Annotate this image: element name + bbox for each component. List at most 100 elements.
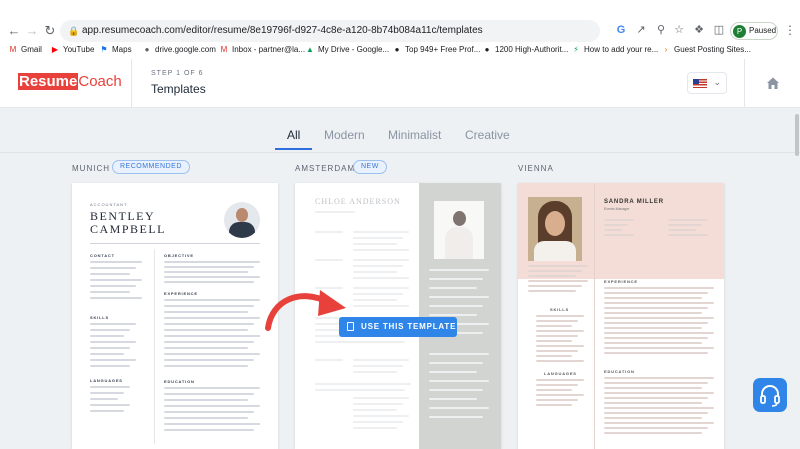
placeholder-text-line: [164, 417, 248, 419]
template-name-vienna: VIENNA: [518, 164, 554, 173]
forward-icon[interactable]: →: [24, 23, 40, 39]
placeholder-text-line: [604, 347, 714, 349]
placeholder-text-line: [604, 307, 708, 309]
tab-minimalist[interactable]: Minimalist: [388, 128, 441, 142]
placeholder-text-line: [164, 271, 248, 273]
bookmark-item[interactable]: ● Top 949+ Free Prof...: [392, 44, 481, 56]
placeholder-text-line: [90, 279, 142, 281]
menu-icon[interactable]: ⋮: [784, 23, 796, 37]
tabs-divider: [0, 152, 800, 153]
bookmark-item[interactable]: ● drive.google.com: [142, 44, 216, 56]
gmail-icon: M: [9, 45, 17, 54]
placeholder-text-line: [164, 399, 248, 401]
placeholder-text-line: [90, 335, 124, 337]
bookmark-item[interactable]: ▶ YouTube: [50, 44, 95, 56]
bookmark-item[interactable]: › Guest Posting Sites...: [661, 44, 751, 56]
bookmark-item[interactable]: M Inbox - partner@la...: [219, 44, 305, 56]
zoom-icon[interactable]: ⚲: [654, 23, 668, 37]
placeholder-text-line: [604, 377, 714, 379]
address-bar[interactable]: 🔒 app.resumecoach.com/editor/resume/8e19…: [60, 20, 600, 42]
resume-name: BENTLEY CAMPBELL: [90, 210, 166, 236]
avatar: P: [733, 25, 746, 38]
tab-creative[interactable]: Creative: [465, 128, 510, 142]
globe-icon: ●: [394, 45, 400, 54]
home-icon[interactable]: [765, 75, 781, 91]
profile-button[interactable]: P Paused: [730, 22, 778, 40]
placeholder-text-line: [604, 317, 714, 319]
scrollbar-thumb[interactable]: [795, 114, 799, 156]
placeholder-text-line: [604, 422, 714, 424]
placeholder-text-line: [528, 285, 582, 287]
placeholder-text-line: [536, 350, 578, 352]
placeholder-text-line: [164, 359, 254, 361]
placeholder-text-line: [528, 275, 576, 277]
template-card-munich[interactable]: ACCOUNTANT BENTLEY CAMPBELL CONTACT OBJE…: [72, 183, 278, 449]
resumecoach-logo[interactable]: ResumeCoach: [18, 73, 122, 90]
template-card-vienna[interactable]: SANDRA MILLER Events Manager EXPERIENCE …: [518, 183, 724, 449]
placeholder-text-line: [668, 234, 708, 236]
placeholder-text-line: [164, 329, 248, 331]
language-selector[interactable]: ⌄: [687, 72, 727, 94]
resume-role: Events Manager: [604, 207, 630, 211]
placeholder-text-line: [90, 359, 136, 361]
bookmark-label: Top 949+ Free Prof...: [405, 45, 481, 54]
placeholder-text-line: [536, 360, 584, 362]
placeholder-text-line: [90, 404, 130, 406]
google-icon[interactable]: G: [614, 23, 628, 37]
placeholder-text-line: [164, 305, 254, 307]
new-badge: NEW: [353, 160, 387, 174]
resume-name: SANDRA MILLER: [604, 199, 664, 205]
placeholder-text-line: [604, 342, 702, 344]
star-icon[interactable]: ☆: [672, 23, 686, 37]
sidepanel-icon[interactable]: ◫: [712, 23, 726, 37]
bookmarks-bar: M Gmail ▶ YouTube ⚑ Maps ● drive.google.com M Inb…: [0, 42, 800, 59]
template-name-amsterdam: AMSTERDAM: [295, 164, 356, 173]
section-skills: SKILLS: [90, 315, 110, 320]
placeholder-text-line: [604, 229, 622, 231]
bookmark-item[interactable]: ⚡ How to add your re...: [571, 44, 658, 56]
tab-modern[interactable]: Modern: [324, 128, 365, 142]
placeholder-text-line: [164, 347, 248, 349]
placeholder-text-line: [668, 224, 702, 226]
tab-all[interactable]: All: [287, 128, 300, 142]
reload-icon[interactable]: ↻: [42, 23, 58, 39]
column-divider: [594, 183, 595, 449]
placeholder-text-line: [604, 337, 708, 339]
placeholder-text-line: [668, 219, 708, 221]
extensions-icon[interactable]: ❖: [692, 23, 706, 37]
section-education: EDUCATION: [164, 379, 195, 384]
placeholder-text-line: [90, 347, 130, 349]
bookmark-label: My Drive - Google...: [318, 45, 390, 54]
placeholder-text-line: [528, 290, 576, 292]
back-icon[interactable]: ←: [6, 23, 22, 39]
bookmark-label: drive.google.com: [155, 45, 216, 54]
placeholder-text-line: [604, 397, 708, 399]
placeholder-text-line: [164, 323, 254, 325]
bookmark-item[interactable]: ▲ My Drive - Google...: [305, 44, 389, 56]
placeholder-text-line: [164, 335, 260, 337]
placeholder-text-line: [536, 379, 584, 381]
placeholder-text-line: [604, 352, 708, 354]
placeholder-text-line: [604, 387, 702, 389]
use-template-label: USE THIS TEMPLATE: [361, 322, 457, 331]
share-icon[interactable]: ↗: [634, 23, 648, 37]
support-chat-button[interactable]: [753, 378, 787, 412]
placeholder-text-line: [604, 382, 708, 384]
placeholder-text-line: [164, 299, 260, 301]
bookmark-item[interactable]: ● 1200 High-Authorit...: [482, 44, 569, 56]
placeholder-text-line: [604, 322, 708, 324]
placeholder-text-line: [164, 261, 260, 263]
youtube-icon: ▶: [51, 45, 59, 54]
placeholder-text-line: [164, 411, 254, 413]
placeholder-text-line: [164, 423, 260, 425]
bookmark-label: Gmail: [21, 45, 42, 54]
placeholder-text-line: [536, 325, 572, 327]
placeholder-text-line: [528, 280, 588, 282]
placeholder-text-line: [604, 327, 702, 329]
use-this-template-button[interactable]: USE THIS TEMPLATE: [339, 317, 457, 337]
bookmark-item[interactable]: ⚑ Maps: [99, 44, 131, 56]
bookmark-item[interactable]: M Gmail: [8, 44, 42, 56]
placeholder-text-line: [90, 267, 136, 269]
page-scrollbar[interactable]: [794, 108, 800, 449]
headset-icon: [760, 385, 780, 407]
